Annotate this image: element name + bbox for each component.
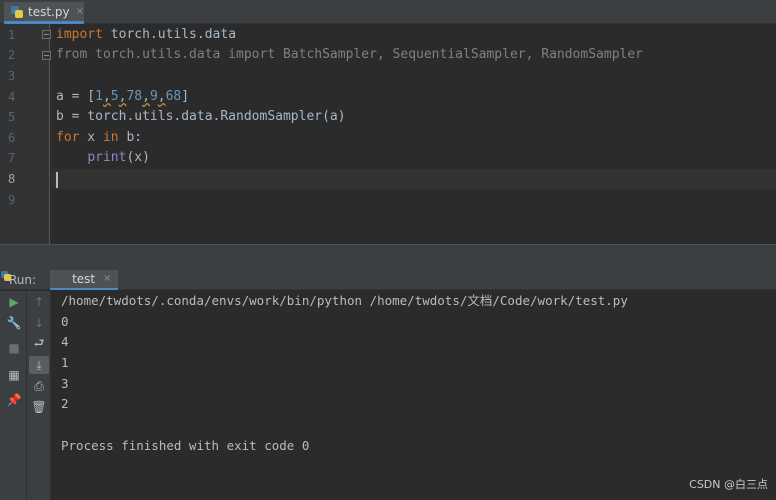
text-cursor xyxy=(56,172,58,188)
console-line-command: /home/twdots/.conda/envs/work/bin/python… xyxy=(61,293,628,308)
line-number: 2 xyxy=(8,48,16,62)
comma-warning: , xyxy=(157,89,166,104)
code-text: ] xyxy=(181,89,190,104)
comma-warning: , xyxy=(102,89,111,104)
console-line: 0 xyxy=(61,314,69,329)
code-text: x xyxy=(79,130,103,145)
panel-splitter[interactable] xyxy=(0,244,776,270)
number-literal: 9 xyxy=(149,89,158,104)
code-editor[interactable]: 1 2 3 4 5 6 7 8 9 import torch.utils.dat… xyxy=(0,24,776,244)
keyword: import xyxy=(56,27,103,42)
fold-marker-icon[interactable] xyxy=(42,30,51,39)
trash-icon[interactable]: 🗑 xyxy=(29,398,49,416)
run-toolbar-left: ▶ 🔧 ■ ▦ 📌 xyxy=(0,291,27,500)
keyword: for xyxy=(56,130,80,145)
python-file-icon xyxy=(10,5,24,19)
code-line-4: a = [1,5,78,9,68] xyxy=(56,87,189,107)
line-number: 1 xyxy=(8,28,16,42)
line-number: 9 xyxy=(8,193,16,207)
code-line-1: import torch.utils.data xyxy=(56,25,236,45)
code-text: b = torch.utils.data.RandomSampler(a) xyxy=(56,109,346,124)
comma-warning: , xyxy=(142,89,150,104)
up-arrow-icon[interactable]: ↑ xyxy=(29,293,49,311)
run-panel-title: Run: xyxy=(9,272,37,287)
line-number-current: 8 xyxy=(8,172,16,186)
soft-wrap-icon[interactable]: ⮐ xyxy=(29,335,49,353)
print-icon[interactable]: ⎙ xyxy=(29,377,49,395)
run-tab-label: test xyxy=(72,271,96,286)
number-literal: 68 xyxy=(165,89,182,104)
code-line-6: for x in b: xyxy=(56,128,142,148)
editor-tab-test-py[interactable]: test.py × xyxy=(4,2,84,24)
fold-marker-icon[interactable] xyxy=(42,51,51,60)
python-run-config-icon xyxy=(1,271,68,285)
console-line: 4 xyxy=(61,334,69,349)
code-line-2: from torch.utils.data import BatchSample… xyxy=(56,45,643,65)
line-number: 6 xyxy=(8,131,16,145)
current-line-highlight xyxy=(51,169,776,189)
run-console-output[interactable]: /home/twdots/.conda/envs/work/bin/python… xyxy=(51,291,776,500)
code-text: a = [ xyxy=(56,89,96,104)
scroll-to-end-icon[interactable]: ⤓ xyxy=(29,356,49,374)
code-text: b: xyxy=(118,130,143,145)
code-text: torch.utils.data xyxy=(102,27,237,42)
number-literal: 78 xyxy=(126,89,143,104)
console-line: 1 xyxy=(61,355,69,370)
wrench-icon[interactable]: 🔧 xyxy=(4,314,24,332)
editor-tab-bar: test.py × xyxy=(0,0,776,24)
layout-icon[interactable]: ▦ xyxy=(4,366,24,384)
console-line: 3 xyxy=(61,376,69,391)
console-line-exit: Process finished with exit code 0 xyxy=(61,438,310,453)
run-toolbar-right: ↑ ↓ ⮐ ⤓ ⎙ 🗑 xyxy=(27,291,51,500)
console-line: 2 xyxy=(61,396,69,411)
editor-tab-label: test.py xyxy=(28,4,70,19)
pin-icon[interactable]: 📌 xyxy=(4,391,24,409)
line-number: 5 xyxy=(8,110,16,124)
down-arrow-icon[interactable]: ↓ xyxy=(29,314,49,332)
close-icon[interactable]: × xyxy=(76,6,84,17)
builtin-function: print xyxy=(87,150,127,165)
stop-icon[interactable]: ■ xyxy=(4,339,24,357)
close-icon[interactable]: × xyxy=(103,273,111,284)
watermark: CSDN @白三点 xyxy=(689,478,768,491)
run-tab-test[interactable]: test × xyxy=(1,269,118,290)
run-panel-header: Run: test × xyxy=(0,269,776,290)
line-number: 3 xyxy=(8,69,16,83)
number-literal: 1 xyxy=(95,89,103,104)
line-number: 7 xyxy=(8,151,16,165)
code-line-7: print(x) xyxy=(56,148,150,168)
rerun-icon[interactable]: ▶ xyxy=(4,293,24,311)
commented-code: from torch.utils.data import BatchSample… xyxy=(56,47,643,62)
line-number-gutter: 1 2 3 4 5 6 7 8 9 xyxy=(0,24,51,244)
line-number: 4 xyxy=(8,90,16,104)
keyword: in xyxy=(102,130,119,145)
code-line-5: b = torch.utils.data.RandomSampler(a) xyxy=(56,107,346,127)
code-text: (x) xyxy=(126,150,150,165)
number-literal: 5 xyxy=(110,89,119,104)
